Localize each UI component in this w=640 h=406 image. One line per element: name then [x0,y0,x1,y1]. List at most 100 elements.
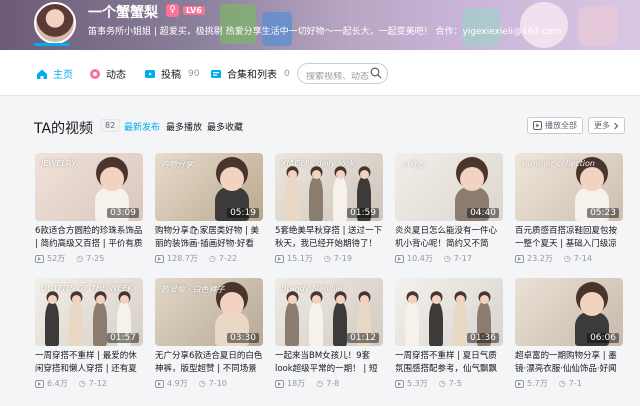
video-duration: 01:59 [347,208,379,218]
publish-date: 7-10 [208,379,227,388]
play-all-button[interactable]: 播放全部 [527,117,583,134]
view-count: 15.1万 [287,254,313,263]
video-thumbnail[interactable]: 购物分享 05:19 [155,153,263,221]
tab-submissions[interactable]: 投稿 90 [144,66,199,81]
play-count-icon [155,254,164,263]
video-title[interactable]: 炎炎夏日怎么能没有一件心机小背心呢！简约又不简单，可… [395,225,503,251]
video-card[interactable]: 小背心 04:40 炎炎夏日怎么能没有一件心机小背心呢！简约又不简单，可… 10.4万… [395,153,503,264]
video-duration: 03:30 [227,333,259,343]
thumbnail-caption: 超显瘦 · 白色裤子 [161,285,225,294]
clock-icon: ◷ [443,254,451,263]
video-duration: 01:36 [467,333,499,343]
thumbnail-face [287,295,297,304]
thumbnail-face [407,295,417,304]
username: 一个蟹蟹梨 [88,5,158,21]
thumbnail-face [359,170,369,179]
more-button[interactable]: 更多 [588,117,625,134]
thumbnail-figure [93,302,107,346]
video-title[interactable]: 超卓富的一期购物分享 | 墨镜·漂亮衣服·仙仙饰品·好闻的香… [515,350,623,376]
level-label: LV6 [183,6,205,15]
publish-date: 7-17 [453,254,472,263]
video-title[interactable]: 购物分享🛍家居类好物 | 美丽的装饰画·插画好物·好看的… [155,225,263,251]
video-meta: 6.4万 ◷ 7-12 [35,378,143,389]
thumbnail-face [311,295,321,304]
signature: 笛事务所小姐姐 | 超爱买，极挑剔 热爱分享生活中一切好物～一起长大，一起变美吧… [88,27,562,37]
thumbnail-figure [429,302,443,346]
tab-dynamic[interactable]: 动态 [89,66,126,81]
video-title[interactable]: 6款适合方圆脸的珍珠系饰品 | 简约高级又百搭 | 平价有质感 [35,225,143,251]
video-card[interactable]: Brandy Melville 01:12 一起来当BM女孩儿！9套look超级平常… [275,278,383,389]
thumbnail-face [220,292,244,316]
thumbnail-face [580,167,604,191]
banner-decoration [578,6,618,46]
sort-latest[interactable]: 最新发布 [124,120,160,133]
view-count: 128.7万 [167,254,198,263]
video-title[interactable]: 百元质感百搭凉鞋回夏包按一整个夏天 | 基础入门级凉鞋 [515,225,623,251]
view-count: 10.4万 [407,254,433,263]
gender-icon: ♀ [166,4,179,17]
video-thumbnail[interactable]: XIAOLI's daily look 01:59 [275,153,383,221]
thumbnail-face [431,295,441,304]
publish-date: 7-25 [86,254,105,263]
video-card[interactable]: 06:06 超卓富的一期购物分享 | 墨镜·漂亮衣服·仙仙饰品·好闻的香… 5.7万… [515,278,623,389]
video-meta: 15.1万 ◷ 7-19 [275,253,383,264]
video-title[interactable]: 一起来当BM女孩儿！9套look超级平常的一期！ | 短裙·小吊带… [275,350,383,376]
video-thumbnail[interactable]: summer collection 05:23 [515,153,623,221]
video-duration: 01:12 [347,333,379,343]
publish-date: 7-1 [568,379,582,388]
collection-icon [211,69,221,78]
sort-most-favorited[interactable]: 最多收藏 [207,120,243,133]
video-thumbnail[interactable]: 06:06 [515,278,623,346]
thumbnail-face [95,295,105,304]
play-count-icon [395,254,404,263]
video-card[interactable]: 01:36 一周穿搭不重样 | 夏日气质氛围感搭配参考，仙气飘飘蓬松… 5.3万 ◷7… [395,278,503,389]
thumbnail-figure [333,302,347,346]
thumbnail-caption: 购物分享 [161,160,193,169]
video-card[interactable]: OUTFITS OF THE WEEK 01:57 一周穿搭不重样 | 最爱的休闲穿… [35,278,143,389]
video-meta: 10.4万 ◷ 7-17 [395,253,503,264]
search-icon[interactable] [370,67,382,79]
thumbnail-figure [285,177,299,221]
video-card[interactable]: 购物分享 05:19 购物分享🛍家居类好物 | 美丽的装饰画·插画好物·好看的… 12… [155,153,263,264]
video-thumbnail[interactable]: OUTFITS OF THE WEEK 01:57 [35,278,143,346]
video-card[interactable]: summer collection 05:23 百元质感百搭凉鞋回夏包按一整个夏天 … [515,153,623,264]
video-duration: 06:06 [587,333,619,343]
video-title[interactable]: 5套绝美早秋穿搭 | 送过一下秋天，我已经开始期待了！ [275,225,383,251]
play-count-icon [275,379,284,388]
sort-most-played[interactable]: 最多播放 [166,120,202,133]
video-thumbnail[interactable]: 01:36 [395,278,503,346]
avatar[interactable] [34,2,76,44]
view-count: 5.3万 [407,379,428,388]
video-title[interactable]: 一周穿搭不重样 | 最爱的休闲穿搭和懒人穿搭 | 还有夏天少… [35,350,143,376]
play-count-icon [35,379,44,388]
tab-collections[interactable]: 合集和列表 0 [210,66,290,81]
view-count: 5.7万 [527,379,548,388]
clock-icon: ◷ [438,379,446,388]
video-title[interactable]: 一周穿搭不重样 | 夏日气质氛围感搭配参考，仙气飘飘蓬松… [395,350,503,376]
video-title[interactable]: 无广分享6款适合夏日的白色神裤，版型超赞 | 不同场景和… [155,350,263,376]
clock-icon: ◷ [558,379,566,388]
clock-icon: ◷ [316,379,324,388]
tab-home[interactable]: 主页 [36,66,73,81]
video-card[interactable]: JEWELRY 03:09 6款适合方圆脸的珍珠系饰品 | 简约高级又百搭 | 平价… [35,153,143,264]
search-input[interactable] [306,72,374,82]
view-count: 6.4万 [47,379,68,388]
video-card[interactable]: XIAOLI's daily look 01:59 5套绝美早秋穿搭 | 送过一下秋… [275,153,383,264]
video-thumbnail[interactable]: 小背心 04:40 [395,153,503,221]
video-duration: 05:19 [227,208,259,218]
play-count-icon [275,254,284,263]
video-meta: 23.2万 ◷ 7-14 [515,253,623,264]
thumbnail-face [47,295,57,304]
publish-date: 7-22 [218,254,238,263]
thumbnail-caption: Brandy Melville [281,284,343,293]
video-thumbnail[interactable]: Brandy Melville 01:12 [275,278,383,346]
video-meta: 52万 ◷ 7-25 [35,253,143,264]
video-duration: 03:09 [107,208,139,218]
thumbnail-caption: OUTFITS OF THE WEEK [41,284,133,293]
video-thumbnail[interactable]: JEWELRY 03:09 [35,153,143,221]
video-card[interactable]: 超显瘦 · 白色裤子 03:30 无广分享6款适合夏日的白色神裤，版型超赞 | 不同… [155,278,263,389]
video-thumbnail[interactable]: 超显瘦 · 白色裤子 03:30 [155,278,263,346]
level-badge: ♀ LV6 [166,4,205,17]
thumbnail-figure [333,177,347,221]
publish-date: 7-5 [448,379,462,388]
